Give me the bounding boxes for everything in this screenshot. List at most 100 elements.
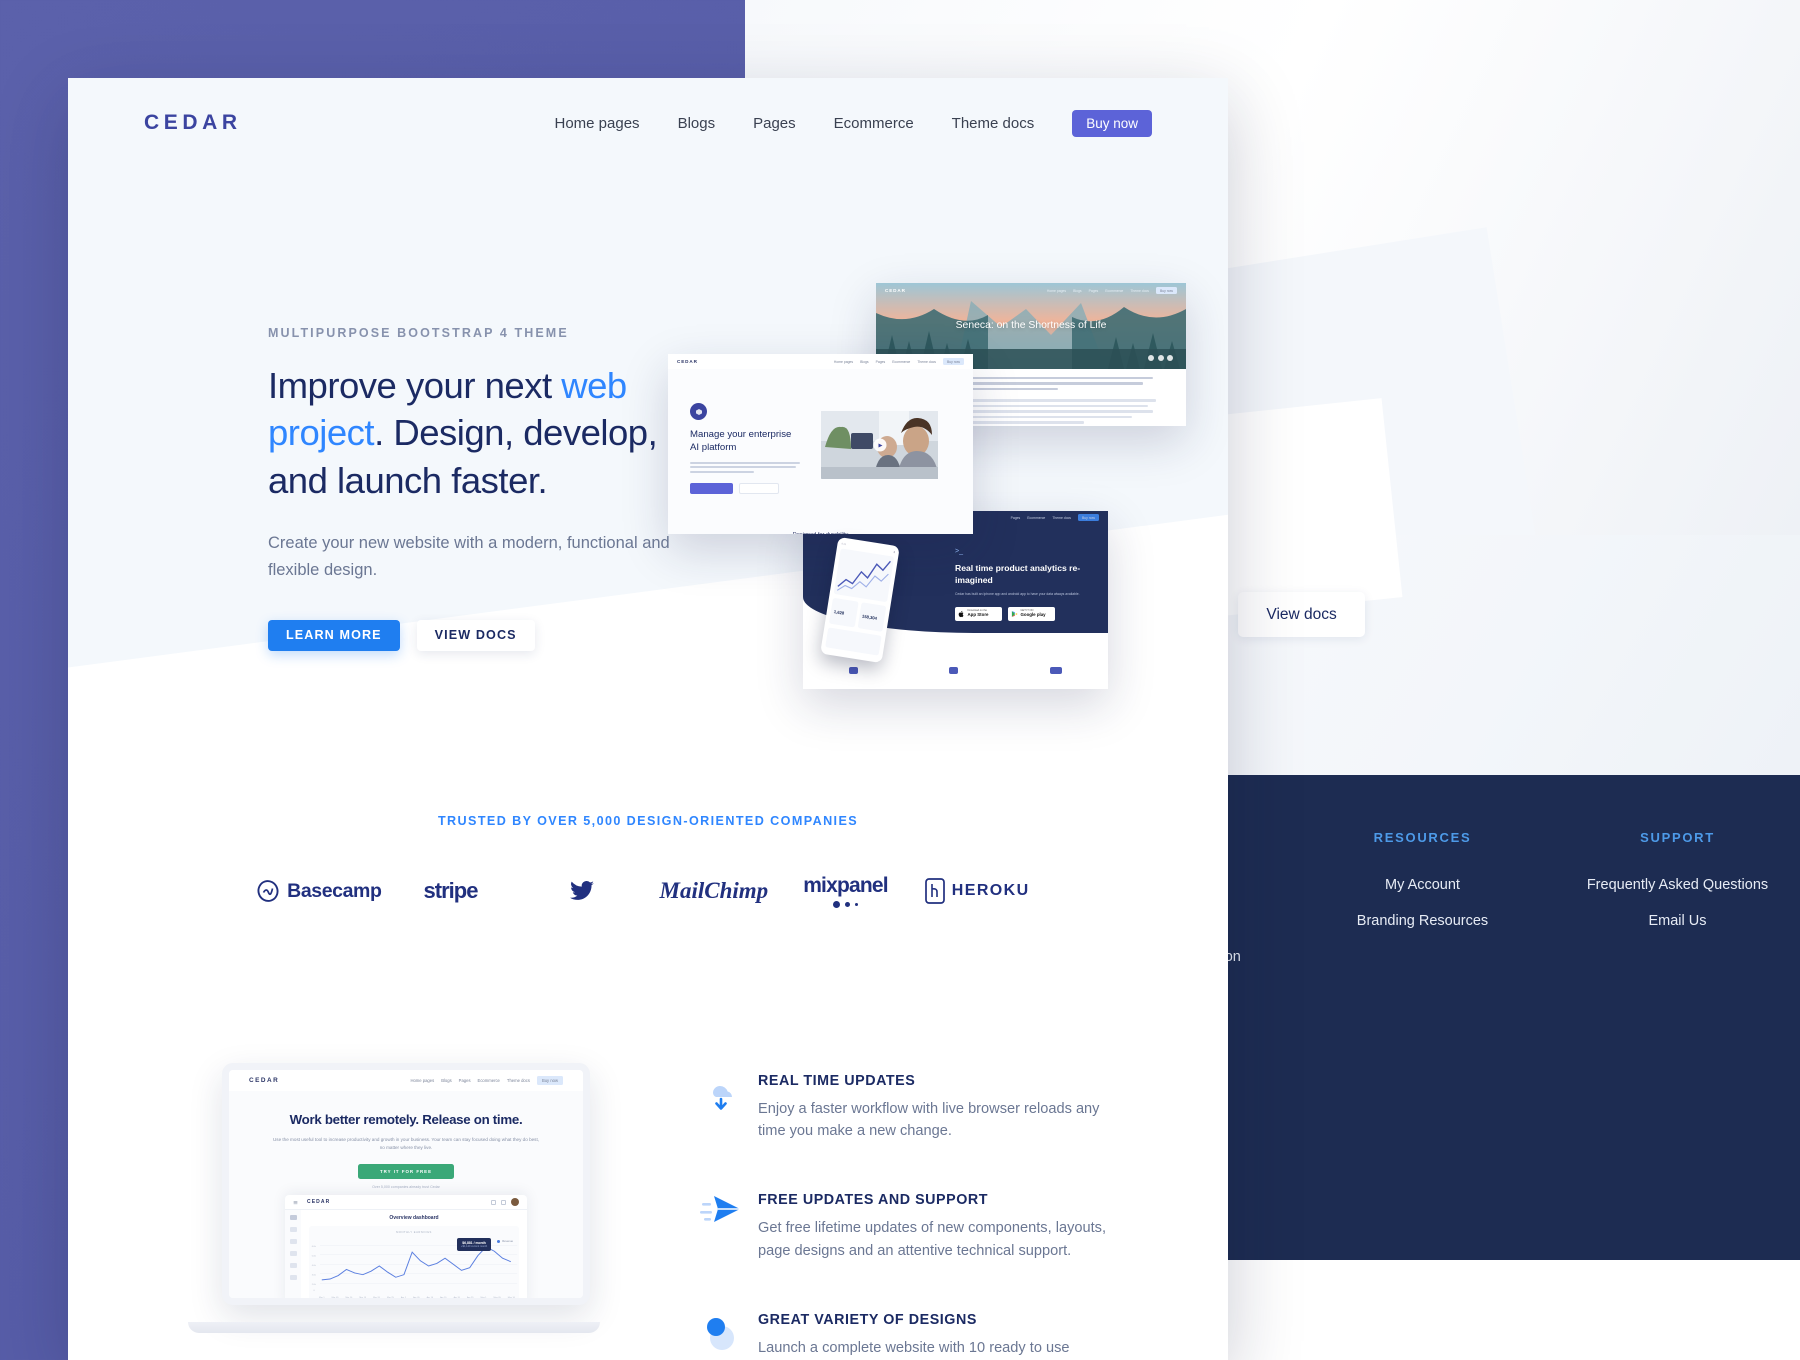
mockup-ai-platform-page[interactable]: CEDAR Home pages Blogs Pages Ecommerce T… <box>668 354 973 534</box>
mockup-buy-button: Buy now <box>942 358 964 365</box>
mockup-analytics-navbar: Pages Ecommerce Theme docs Buy now <box>803 511 1108 524</box>
logo-mailchimp: MailChimp <box>648 868 780 914</box>
logo-basecamp: Basecamp <box>253 868 385 914</box>
learn-more-button[interactable]: LEARN MORE <box>268 619 400 651</box>
laptop-buy-button: Buy now <box>536 1076 563 1085</box>
svg-text:4.0k: 4.0k <box>312 1265 317 1267</box>
mockup-blog-title: Seneca: on the Shortness of Life <box>955 320 1107 331</box>
mockup-nav-item: Home pages <box>1046 288 1067 293</box>
feature-title: GREAT VARIETY OF DESIGNS <box>758 1311 977 1328</box>
mockup-nav-item: Theme docs <box>1130 288 1149 293</box>
laptop-dashboard: CEDAR Overview dashboard MONTHLY EARNING… <box>285 1195 527 1298</box>
play-icon[interactable] <box>873 438 886 452</box>
logo-label: stripe <box>423 878 479 903</box>
brand-logo[interactable]: CEDAR <box>144 111 242 135</box>
mockup-contact-sales-button <box>739 483 779 495</box>
nav-item-ecommerce[interactable]: Ecommerce <box>834 115 914 132</box>
footer-column-resources: RESOURCES My Account Branding Resources <box>1295 830 1550 982</box>
dashboard-chart: MONTHLY EARNINGS Revenue 6.0k 5.0k 4.0k … <box>309 1226 519 1298</box>
nav-item-blogs[interactable]: Blogs <box>678 115 716 132</box>
hero-title: Improve your next web project. Design, d… <box>268 362 698 504</box>
dashboard-brand: CEDAR <box>307 1199 331 1206</box>
feature-item-free-updates: FREE UPDATES AND SUPPORT Get free lifeti… <box>700 1192 1108 1261</box>
laptop-navbar: CEDAR Home pages Blogs Pages Ecommerce T… <box>229 1070 583 1091</box>
phone-stat: 158,304 <box>861 613 878 621</box>
mockup-nav-item: Ecommerce <box>892 359 911 364</box>
laptop-nav-item: Ecommerce <box>477 1078 500 1083</box>
laptop-brand: CEDAR <box>249 1077 280 1084</box>
mockup-blog-navbar: CEDAR Home pages Blogs Pages Ecommerce T… <box>876 283 1186 298</box>
logo-label: HEROKU <box>951 882 1030 899</box>
mockup-nav-item: Pages <box>1088 288 1099 293</box>
nav-item-pages[interactable]: Pages <box>753 115 796 132</box>
feature-list: REAL TIME UPDATES Enjoy a faster workflo… <box>618 1063 1108 1360</box>
mockup-front-desc <box>690 461 800 474</box>
svg-text:3.0k: 3.0k <box>312 1275 317 1277</box>
circles-icon <box>700 1312 758 1356</box>
mockup-blog-social-dots <box>1148 355 1173 361</box>
mockup-nav-item: Blogs <box>1073 288 1082 293</box>
laptop-nav-item: Blogs <box>441 1078 452 1083</box>
mockup-nav-item: Theme docs <box>917 359 936 364</box>
logo-mixpanel: mixpanel <box>780 868 912 914</box>
hero-subtitle: Create your new website with a modern, f… <box>268 534 670 580</box>
view-docs-button[interactable]: View docs <box>1238 592 1365 637</box>
logo-label: MailChimp <box>659 878 769 903</box>
mockup-front-caption: Designed for durability <box>668 532 973 534</box>
hero-title-part1: Improve your next <box>268 365 562 406</box>
chart-label: MONTHLY EARNINGS <box>396 1231 432 1235</box>
app-store-badge: Download on the App Store <box>955 606 1002 621</box>
mockup-nav-item: Pages <box>875 359 886 364</box>
nav-item-home-pages[interactable]: Home pages <box>555 115 640 132</box>
buy-now-button[interactable]: Buy now <box>1072 109 1152 137</box>
logo-stripe: stripe <box>385 868 517 914</box>
mockup-front-video-thumb <box>821 411 938 479</box>
hero-eyebrow: MULTIPURPOSE BOOTSTRAP 4 THEME <box>268 326 569 340</box>
footer-heading: SUPPORT <box>1640 830 1715 845</box>
footer-column-support: SUPPORT Frequently Asked Questions Email… <box>1550 830 1800 982</box>
badge-big-text: Google play <box>1020 611 1046 617</box>
chart-tooltip: $6,881 / month +$1,120 current month <box>457 1238 492 1252</box>
footer-link[interactable]: My Account <box>1295 875 1550 897</box>
laptop-mockup-column: CEDAR Home pages Blogs Pages Ecommerce T… <box>188 1063 618 1360</box>
svg-text:2.0k: 2.0k <box>312 1284 317 1286</box>
laptop-nav-item: Pages <box>458 1078 471 1083</box>
laptop-note: Over 5,000 companies already trust Cedar <box>372 1185 440 1190</box>
logo-label: Basecamp <box>287 879 382 902</box>
hero-buttons: LEARN MORE VIEW DOCS <box>268 619 698 651</box>
google-play-badge: GET IT ON Google play <box>1008 606 1055 621</box>
feature-desc: Launch a complete website with 10 ready … <box>758 1339 1070 1356</box>
mockup-nav-item: Theme docs <box>1052 515 1071 520</box>
mockup-nav-item: Home pages <box>833 359 854 364</box>
foreground-landing-page-card: CEDAR Home pages Blogs Pages Ecommerce T… <box>68 78 1228 1360</box>
mockup-analytics-page[interactable]: Pages Ecommerce Theme docs Buy now >_ Re… <box>803 511 1108 689</box>
navbar: CEDAR Home pages Blogs Pages Ecommerce T… <box>68 78 1228 168</box>
laptop-nav-item: Theme docs <box>506 1078 530 1083</box>
nav-item-theme-docs[interactable]: Theme docs <box>952 115 1035 132</box>
feature-item-great-variety: GREAT VARIETY OF DESIGNS Launch a comple… <box>700 1312 1108 1360</box>
mockup-buy-button: Buy now <box>1155 287 1177 294</box>
laptop-mockup: CEDAR Home pages Blogs Pages Ecommerce T… <box>188 1063 600 1333</box>
nav-links: Home pages Blogs Pages Ecommerce Theme d… <box>555 109 1152 137</box>
partner-logos: Basecamp stripe MailChimp mixpanel HEROK… <box>68 868 1228 914</box>
footer-link[interactable]: Branding Resources <box>1295 911 1550 933</box>
feature-desc: Enjoy a faster workflow with live browse… <box>758 1101 1100 1140</box>
svg-text:6.0k: 6.0k <box>312 1246 317 1248</box>
twitter-icon <box>570 881 595 900</box>
footer-link[interactable]: Email Us <box>1550 911 1800 933</box>
footer-heading: RESOURCES <box>1373 830 1472 845</box>
laptop-paragraph: Use the most useful tool to increase pro… <box>272 1137 540 1151</box>
mockup-analytics-desc: Cedar has built an Iphone app and androi… <box>955 592 1080 597</box>
mockup-nav-item: Ecommerce <box>1027 515 1046 520</box>
feature-title: REAL TIME UPDATES <box>758 1073 916 1089</box>
logo-label: mixpanel <box>803 874 888 897</box>
trusted-by-heading: TRUSTED BY OVER 5,000 DESIGN-ORIENTED CO… <box>437 814 859 828</box>
svg-text:0: 0 <box>314 1290 316 1292</box>
laptop-nav-item: Home pages <box>410 1078 435 1083</box>
hero-copy: MULTIPURPOSE BOOTSTRAP 4 THEME Improve y… <box>268 326 698 651</box>
tooltip-sub: +$1,120 current month <box>461 1245 488 1249</box>
mockup-front-title: Manage your enterprise AI platform <box>690 429 792 453</box>
feature-item-real-time-updates: REAL TIME UPDATES Enjoy a faster workflo… <box>700 1073 1108 1142</box>
view-docs-button[interactable]: VIEW DOCS <box>416 619 535 651</box>
footer-link[interactable]: Frequently Asked Questions <box>1550 875 1800 897</box>
